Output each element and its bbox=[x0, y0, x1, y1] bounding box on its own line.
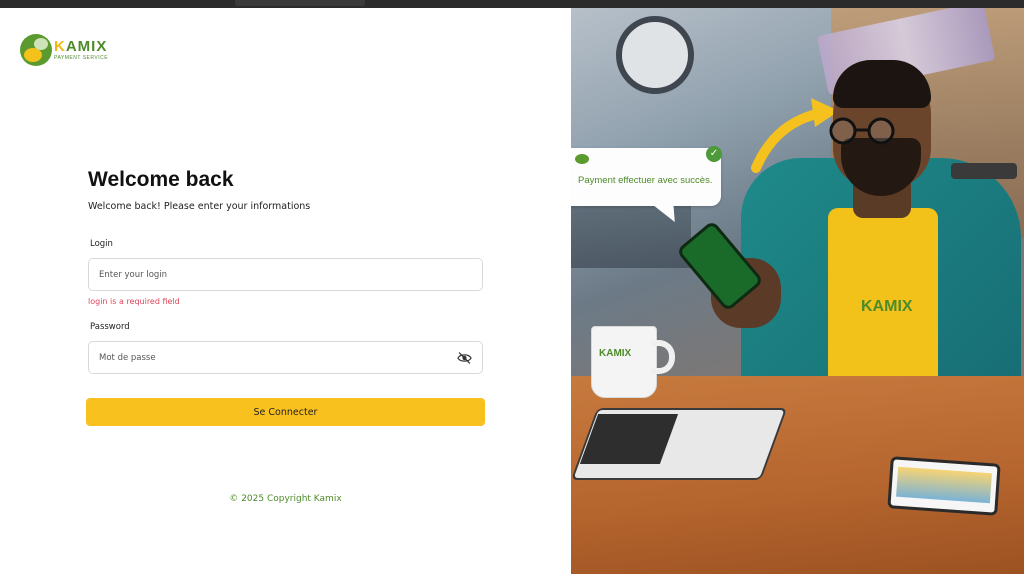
login-input[interactable] bbox=[99, 269, 472, 280]
login-error-message: login is a required field bbox=[88, 297, 180, 306]
bubble-text: Payment effectuer avec succès. bbox=[578, 175, 713, 186]
password-input[interactable] bbox=[99, 352, 457, 363]
browser-chrome-strip bbox=[0, 0, 1024, 8]
logo-tagline: PAYMENT SERVICE bbox=[54, 55, 109, 61]
password-field[interactable] bbox=[88, 341, 483, 374]
check-icon: ✓ bbox=[706, 146, 722, 162]
login-panel: KAMIX PAYMENT SERVICE bbox=[0, 8, 571, 574]
kamix-logo: KAMIX PAYMENT SERVICE bbox=[20, 34, 108, 66]
phone-right bbox=[951, 163, 1017, 179]
eye-slash-icon[interactable] bbox=[457, 351, 472, 365]
password-label: Password bbox=[90, 322, 130, 332]
coffee-mug bbox=[591, 326, 657, 398]
bubble-logo-icon bbox=[575, 154, 589, 164]
login-label: Login bbox=[90, 239, 113, 249]
hero-illustration: KAMIX KAMIX ✓ Payment effectuer avec suc… bbox=[571, 8, 1024, 574]
globe-logo-icon bbox=[20, 34, 52, 66]
login-field[interactable] bbox=[88, 258, 483, 291]
footer-copyright: © 2025 Copyright Kamix bbox=[229, 494, 342, 504]
page-title: Welcome back bbox=[88, 168, 234, 191]
mug-logo: KAMIX bbox=[599, 348, 632, 359]
shirt-logo: KAMIX bbox=[861, 298, 913, 315]
logo-name-prefix: K bbox=[54, 38, 66, 55]
page-subtitle: Welcome back! Please enter your informat… bbox=[88, 201, 311, 212]
man-hair bbox=[833, 60, 931, 108]
browser-address-bar[interactable] bbox=[235, 0, 365, 6]
wall-clock bbox=[616, 16, 694, 94]
glasses-icon bbox=[829, 117, 895, 145]
logo-name-rest: AMIX bbox=[65, 38, 108, 55]
submit-button[interactable]: Se Connecter bbox=[86, 398, 485, 426]
